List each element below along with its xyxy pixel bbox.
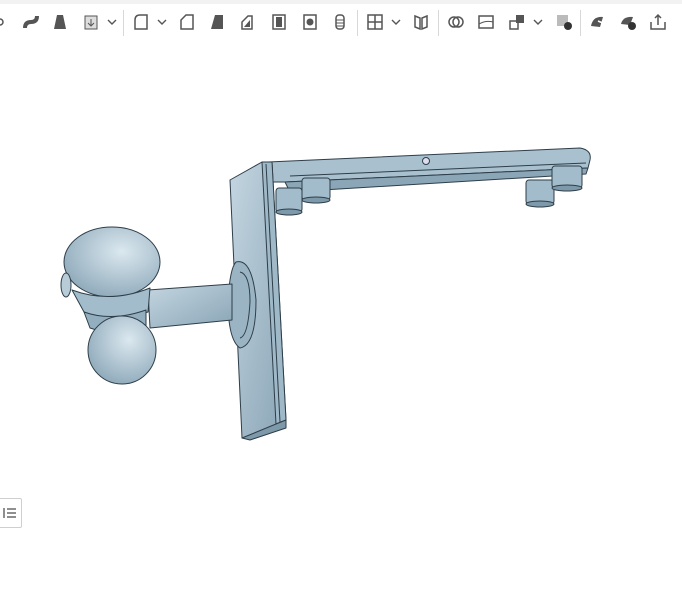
boolean-button[interactable] — [444, 10, 468, 34]
fillet-icon — [134, 14, 148, 30]
toolbar-divider — [123, 10, 124, 36]
revolve-icon — [0, 18, 4, 26]
delete-part-icon — [557, 15, 572, 30]
shell-icon — [272, 14, 286, 30]
thread-button[interactable] — [328, 10, 352, 34]
sweep-button[interactable] — [19, 10, 43, 34]
thicken-button[interactable] — [79, 10, 103, 34]
pattern-icon — [367, 14, 383, 30]
draft-icon — [211, 15, 223, 29]
chamfer-button[interactable] — [175, 10, 199, 34]
feature-toolbar — [0, 0, 682, 40]
chevron-down-icon[interactable] — [156, 14, 168, 30]
graphics-viewport[interactable] — [0, 40, 682, 603]
loft-button[interactable] — [48, 10, 72, 34]
revolve-button[interactable] — [0, 10, 18, 34]
chevron-down-icon[interactable] — [106, 14, 118, 30]
thicken-icon — [84, 15, 98, 30]
draft-button[interactable] — [205, 10, 229, 34]
list-icon — [3, 508, 16, 518]
move-face-icon — [591, 16, 606, 27]
part-model[interactable] — [0, 40, 682, 603]
toolbar-divider — [580, 10, 581, 36]
delete-part-button[interactable] — [552, 10, 576, 34]
boolean-icon — [448, 16, 464, 28]
transform-icon — [509, 15, 524, 30]
toolbar-divider — [357, 10, 358, 36]
fillet-button[interactable] — [129, 10, 153, 34]
hole-button[interactable] — [298, 10, 322, 34]
loft-icon — [54, 15, 66, 29]
rib-button[interactable] — [236, 10, 260, 34]
split-icon — [478, 15, 494, 29]
rib-icon — [241, 15, 253, 30]
delete-face-icon — [621, 16, 636, 30]
feature-list-toggle[interactable] — [0, 498, 22, 528]
hole-icon — [303, 14, 317, 30]
thread-icon — [335, 14, 345, 30]
shell-button[interactable] — [267, 10, 291, 34]
chamfer-icon — [180, 14, 194, 30]
export-button[interactable] — [646, 10, 670, 34]
sweep-icon — [23, 15, 39, 29]
move-face-button[interactable] — [586, 10, 610, 34]
export-icon — [650, 13, 666, 30]
chevron-down-icon[interactable] — [532, 14, 544, 30]
mirror-icon — [414, 14, 428, 31]
delete-face-button[interactable] — [616, 10, 640, 34]
split-button[interactable] — [474, 10, 498, 34]
chevron-down-icon[interactable] — [390, 14, 402, 30]
toolbar-divider — [438, 10, 439, 36]
mirror-button[interactable] — [409, 10, 433, 34]
pattern-button[interactable] — [363, 10, 387, 34]
transform-button[interactable] — [505, 10, 529, 34]
